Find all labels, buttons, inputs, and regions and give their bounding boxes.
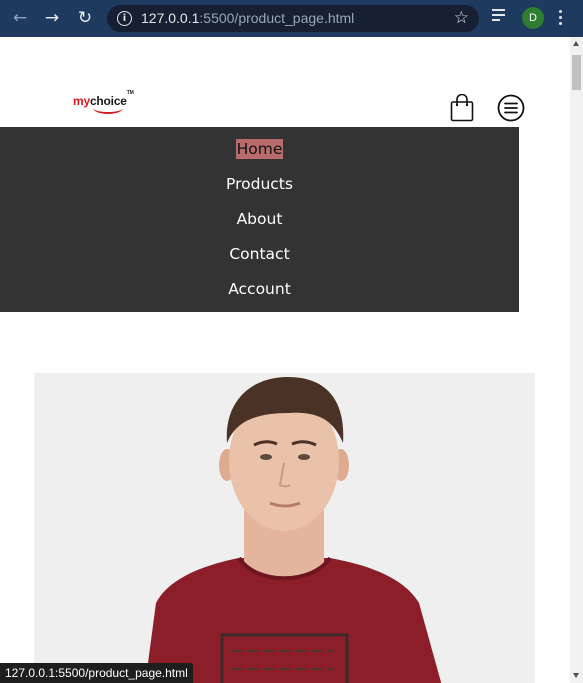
menu-item-label: Account <box>228 280 291 298</box>
scrollbar-thumb[interactable] <box>572 55 581 90</box>
menu-item-label: Contact <box>229 245 290 263</box>
hamburger-circle-icon[interactable] <box>497 94 525 122</box>
menu-item-contact[interactable]: Contact <box>0 245 519 263</box>
menu-item-label: Products <box>226 175 293 193</box>
info-icon[interactable]: i <box>117 11 132 26</box>
media-queue-icon[interactable] <box>492 9 509 25</box>
site-logo[interactable]: mychoiceTM <box>73 90 143 120</box>
nav-menu: Home Products About Contact Account <box>0 127 519 312</box>
shopping-bag-icon[interactable] <box>450 93 474 122</box>
scroll-up-arrow-icon[interactable] <box>573 41 579 46</box>
browser-toolbar: ← → ↻ i 127.0.0.1:5500/product_page.html… <box>0 0 583 37</box>
kebab-menu-icon[interactable] <box>559 10 563 28</box>
menu-item-home[interactable]: Home <box>0 139 519 159</box>
menu-item-label: Home <box>235 139 284 159</box>
url-path: :5500/product_page.html <box>199 10 355 26</box>
menu-item-label: About <box>236 210 283 228</box>
url-host: 127.0.0.1 <box>141 10 200 26</box>
link-status-bar: 127.0.0.1:5500/product_page.html <box>0 663 193 683</box>
menu-item-products[interactable]: Products <box>0 175 519 193</box>
product-image[interactable] <box>34 373 535 683</box>
scroll-down-arrow-icon[interactable] <box>573 673 579 678</box>
logo-tm: TM <box>126 90 134 96</box>
arrow-left-icon[interactable]: ← <box>9 8 31 28</box>
star-icon[interactable]: ☆ <box>454 8 469 28</box>
reload-icon[interactable]: ↻ <box>74 8 96 28</box>
menu-item-about[interactable]: About <box>0 210 519 228</box>
page-viewport: mychoiceTM Home Products About Contact A… <box>0 37 570 683</box>
logo-my: my <box>73 94 90 108</box>
logo-smile <box>93 102 123 114</box>
avatar[interactable]: D <box>522 7 544 29</box>
menu-item-account[interactable]: Account <box>0 280 519 298</box>
vertical-scrollbar[interactable] <box>570 37 583 683</box>
arrow-right-icon[interactable]: → <box>41 8 63 28</box>
url-text[interactable]: 127.0.0.1:5500/product_page.html <box>141 10 354 26</box>
address-bar[interactable]: i 127.0.0.1:5500/product_page.html ☆ <box>107 5 479 32</box>
